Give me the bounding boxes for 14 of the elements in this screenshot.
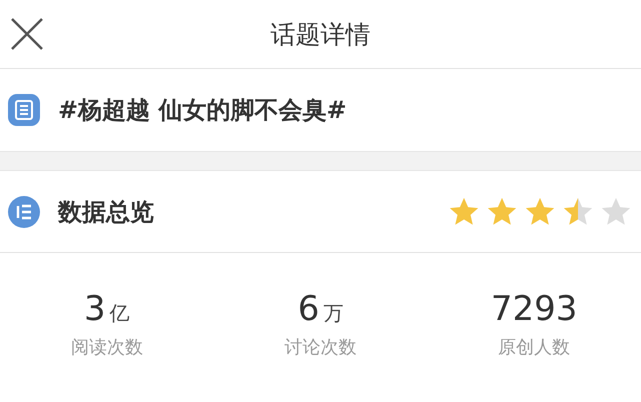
close-icon[interactable] [10,17,44,51]
stat-value: 3 [84,289,106,329]
topic-title: #杨超越 仙女的脚不会臭# [58,95,347,126]
stat-label: 原创人数 [498,336,570,359]
stat-unit: 万 [323,300,344,327]
page-title: 话题详情 [270,18,370,50]
stat-label: 阅读次数 [70,336,143,359]
stat-value: 7293 [490,289,578,329]
stat-label: 讨论次数 [284,336,356,359]
section-title: 数据总览 [58,196,154,228]
stat-unit: 亿 [110,300,130,327]
info-list-icon [8,196,40,228]
list-icon [8,94,40,126]
stat-value: 6 [298,289,320,329]
